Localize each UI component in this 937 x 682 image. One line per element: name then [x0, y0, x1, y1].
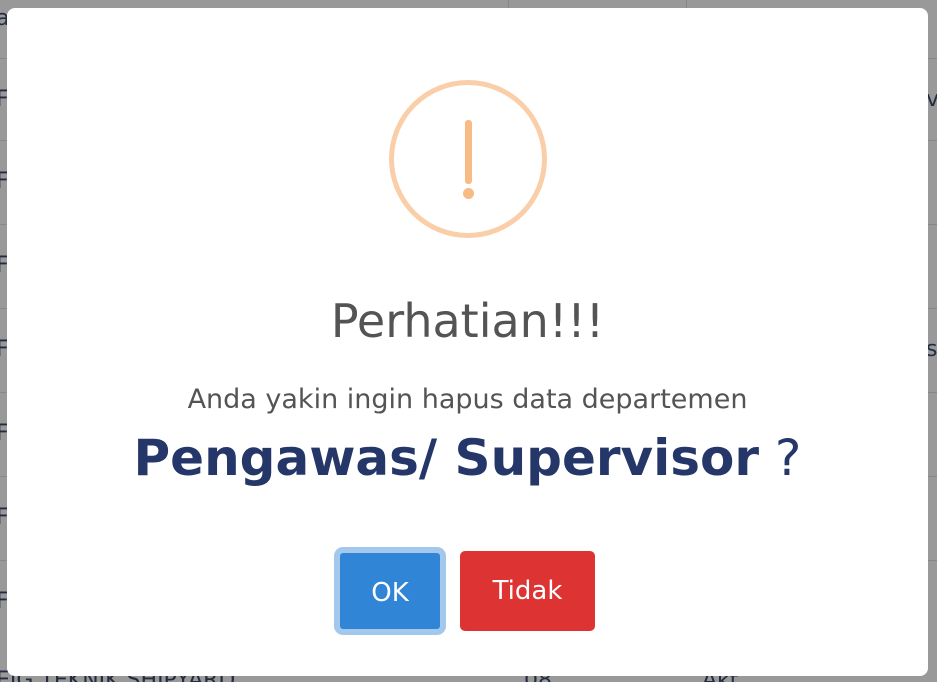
cancel-button[interactable]: Tidak — [460, 551, 595, 631]
warning-icon — [389, 80, 547, 238]
ok-button[interactable]: OK — [338, 551, 442, 631]
dialog-message: Anda yakin ingin hapus data departemen — [187, 384, 748, 415]
exclamation-bar — [465, 120, 472, 184]
question-mark: ? — [759, 429, 802, 487]
department-name: Pengawas/ Supervisor — [133, 429, 760, 487]
confirm-delete-dialog: Perhatian!!! Anda yakin ingin hapus data… — [7, 8, 928, 676]
exclamation-dot — [463, 188, 474, 199]
dialog-target: Pengawas/ Supervisor ? — [7, 428, 928, 488]
dialog-title: Perhatian!!! — [330, 294, 605, 348]
